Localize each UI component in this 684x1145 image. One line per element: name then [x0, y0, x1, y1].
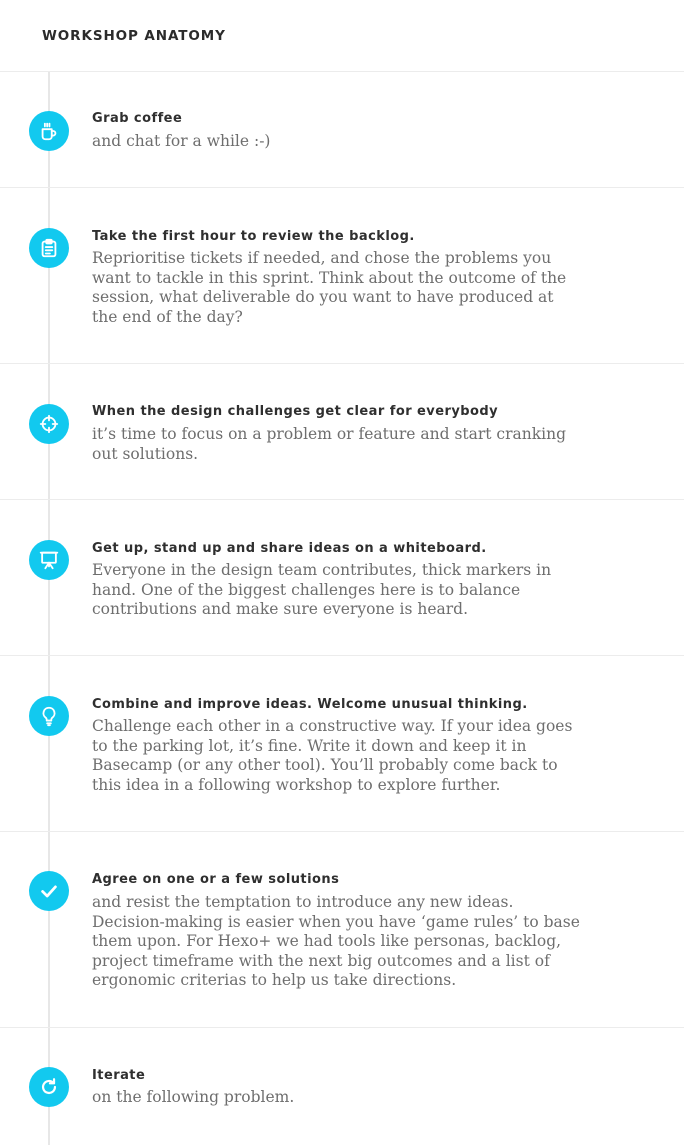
lightbulb-icon: [29, 696, 69, 736]
step-description: Challenge each other in a constructive w…: [92, 717, 573, 794]
page-title: WORKSHOP ANATOMY: [42, 28, 226, 44]
step-title: Take the first hour to review the backlo…: [92, 229, 415, 244]
step-description: and chat for a while :-): [92, 132, 271, 150]
step-description: it’s time to focus on a problem or featu…: [92, 425, 566, 463]
section-divider: [0, 187, 684, 188]
step-description: on the following problem.: [92, 1088, 295, 1106]
section-divider: [0, 1027, 684, 1028]
step-description: Reprioritise tickets if needed, and chos…: [92, 249, 567, 326]
step-title: Iterate: [92, 1068, 146, 1083]
crosshair-target-icon: [29, 404, 69, 444]
section-divider: [0, 363, 684, 364]
section-divider: [0, 655, 684, 656]
step-title: When the design challenges get clear for…: [92, 404, 499, 419]
step-description: Everyone in the design team contributes,…: [92, 561, 552, 619]
section-divider: [0, 499, 684, 500]
step-title: Agree on one or a few solutions: [92, 872, 340, 887]
clipboard-icon: [29, 228, 69, 268]
page-header: WORKSHOP ANATOMY: [0, 0, 684, 72]
whiteboard-presentation-icon: [29, 540, 69, 580]
section-divider: [0, 71, 684, 72]
section-divider: [0, 831, 684, 832]
step-title: Grab coffee: [92, 111, 183, 126]
refresh-arrow-icon: [29, 1067, 69, 1107]
step-title: Get up, stand up and share ideas on a wh…: [92, 541, 487, 556]
coffee-mug-icon: [29, 111, 69, 151]
step-description: and resist the temptation to introduce a…: [92, 893, 580, 990]
step-title: Combine and improve ideas. Welcome unusu…: [92, 697, 528, 712]
checkmark-icon: [29, 871, 69, 911]
